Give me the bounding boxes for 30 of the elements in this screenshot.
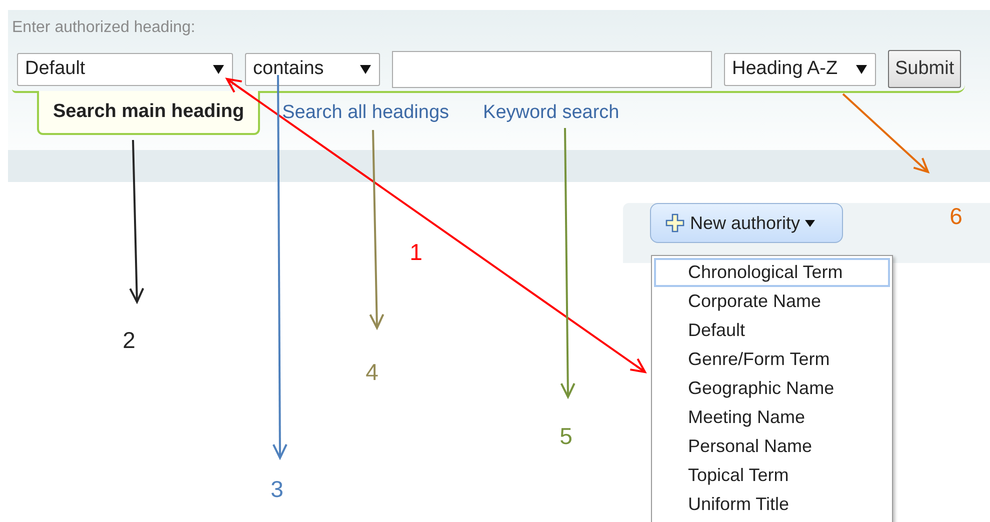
new-authority-button[interactable]: New authority [650,203,843,243]
annotation-number: 2 [122,327,136,353]
search-tab[interactable]: Keyword search [466,93,636,133]
menu-item[interactable]: Meeting Name [654,403,890,432]
annotation-number: 4 [366,359,378,385]
search-field[interactable] [392,50,712,88]
caret-icon [805,220,816,226]
annotation-number: 5 [560,423,572,449]
annotation-number: 3 [270,476,284,502]
caret-icon [213,64,224,74]
menu-item[interactable]: Uniform Title [654,490,890,519]
search-tab[interactable]: Search main heading [37,91,260,135]
search-tab[interactable]: Search all headings [265,93,466,133]
caret-icon [856,64,867,74]
caret-icon [360,64,371,74]
menu-item[interactable]: Chronological Term [654,258,890,287]
plus-icon [665,213,685,233]
menu-item[interactable]: Personal Name [654,432,890,461]
menu-item[interactable]: Default [654,316,890,345]
menu-item[interactable]: Corporate Name [654,287,890,316]
submit-button[interactable]: Submit [888,50,962,88]
match-dropdown[interactable]: contains [245,52,380,86]
annotation-number: 1 [410,239,422,265]
menu-item[interactable]: Genre/Form Term [654,345,890,374]
annotation-number: 6 [950,203,962,229]
prompt-label: Enter authorized heading: [12,19,196,37]
menu-item[interactable]: Geographic Name [654,374,890,403]
sort-dropdown[interactable]: Heading A-Z [724,52,876,86]
menu-item[interactable]: Topical Term [654,461,890,490]
heading-type-dropdown[interactable]: Default [17,52,233,86]
